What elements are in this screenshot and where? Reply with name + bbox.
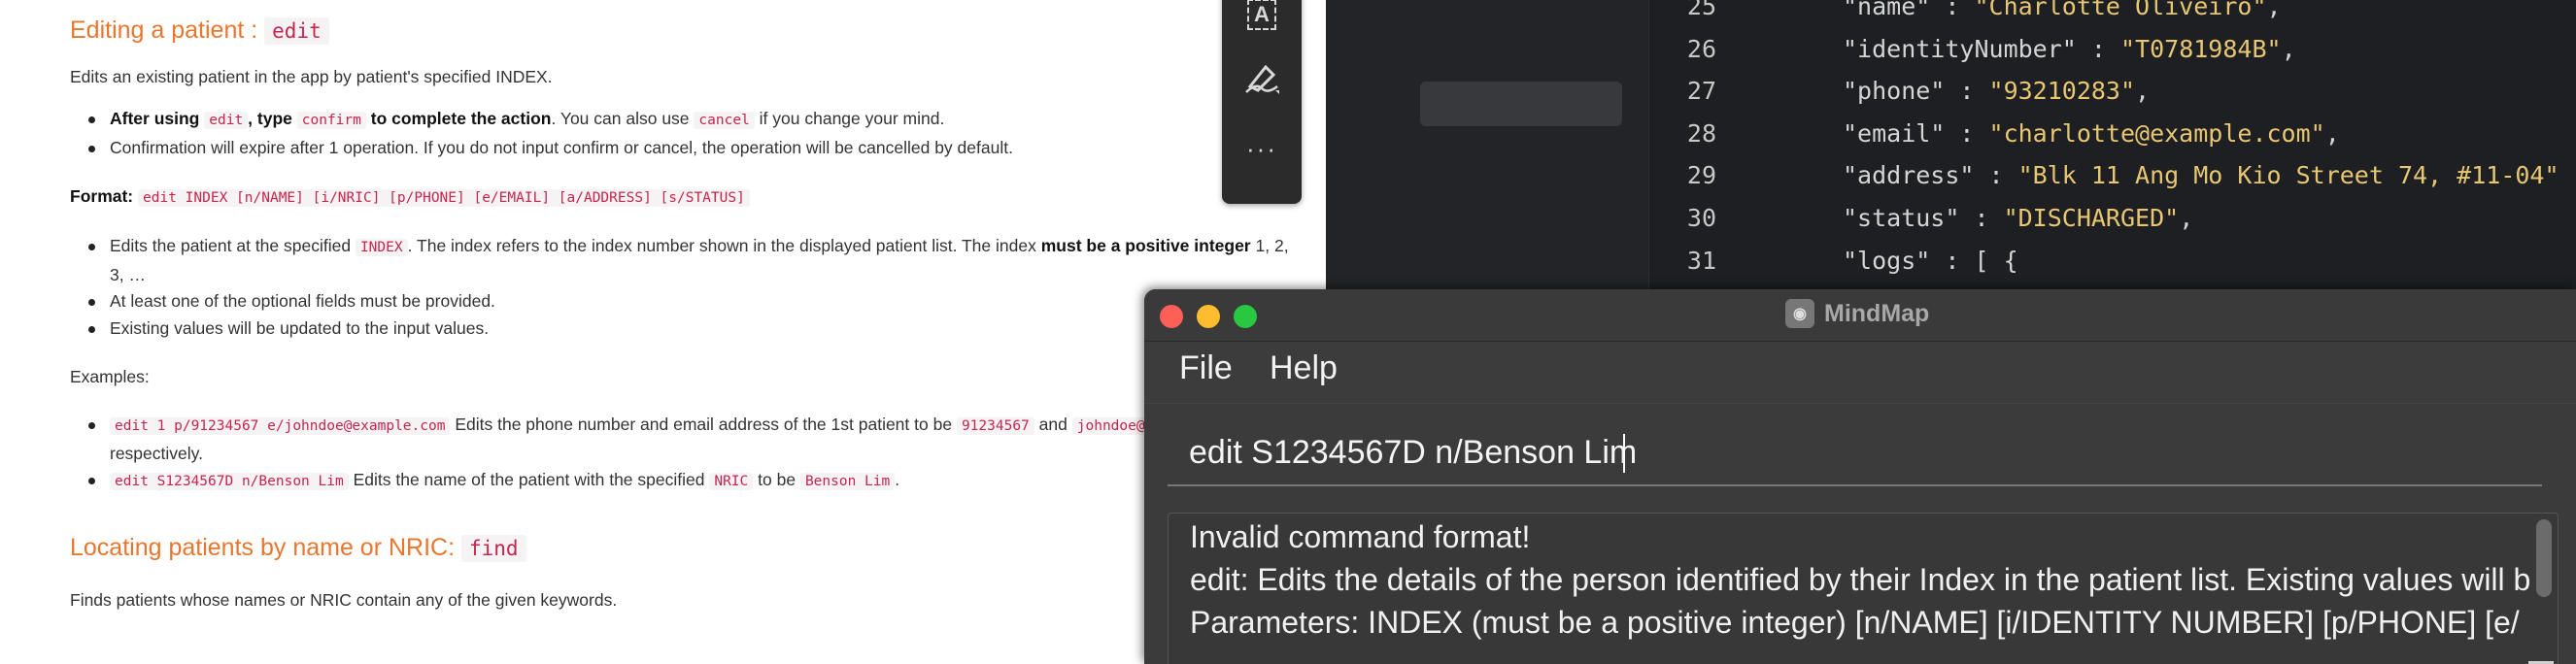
close-button[interactable]	[1160, 305, 1183, 328]
json-sep: :	[1930, 246, 1975, 275]
list-item: After using edit, type confirm to comple…	[70, 106, 1294, 135]
json-sep: :	[2076, 34, 2120, 63]
menu-help[interactable]: Help	[1270, 349, 1338, 387]
json-key: "logs"	[1843, 246, 1931, 275]
line-number: 26	[1686, 34, 1716, 63]
command-box	[1144, 405, 2576, 512]
minimize-button[interactable]	[1197, 305, 1220, 328]
json-end: ,	[2135, 77, 2151, 106]
list-item: edit 1 p/91234567 e/johndoe@example.com …	[70, 412, 1294, 467]
format-code: edit INDEX [n/NAME] [i/NRIC] [p/PHONE] […	[138, 189, 750, 207]
mindmap-window: ◉ MindMap File Help Invalid command form…	[1144, 289, 2576, 664]
json-sep: :	[1930, 0, 1975, 20]
editing-intro: Edits an existing patient in the app by …	[70, 67, 553, 86]
sidebar-selected-row[interactable]	[1420, 82, 1622, 126]
result-line: Invalid command format!	[1190, 519, 1531, 554]
app-logo-icon: ◉	[1785, 299, 1814, 328]
line-number: 31	[1686, 246, 1716, 275]
heading-command-code: edit	[264, 17, 329, 45]
json-key: "phone"	[1843, 77, 1946, 106]
examples-list: edit 1 p/91234567 e/johndoe@example.com …	[70, 412, 1294, 496]
user-guide-page: Editing a patient : edit Edits an existi…	[0, 0, 1326, 664]
list-item: Existing values will be updated to the i…	[70, 315, 1294, 343]
json-sep: :	[1959, 204, 2004, 232]
vertical-scrollbar[interactable]	[2536, 519, 2552, 597]
signature-tool-button[interactable]	[1237, 52, 1286, 101]
locating-section-heading: Locating patients by name or NRIC: find	[70, 531, 1294, 565]
json-val: "T0781984B"	[2119, 34, 2282, 63]
text-caret	[1623, 434, 1625, 473]
list-item: Confirmation will expire after 1 operati…	[70, 135, 1294, 162]
list-item: Edits the patient at the specified INDEX…	[70, 233, 1294, 288]
code-line: "address" : "Blk 11 Ang Mo Kio Street 74…	[1843, 161, 2559, 189]
json-val: "charlotte@example.com"	[1988, 118, 2325, 148]
json-val: "DISCHARGED"	[2003, 204, 2180, 232]
code-line: "email" : "charlotte@example.com",	[1843, 119, 2340, 148]
code-line: "logs" : [ {	[1843, 247, 2018, 275]
line-number: 28	[1686, 118, 1716, 148]
format-line: Format: edit INDEX [n/NAME] [i/NRIC] [p/…	[70, 183, 1294, 212]
json-end: ,	[2324, 118, 2340, 148]
editing-section-heading: Editing a patient : edit	[70, 14, 1294, 48]
result-display[interactable]: Invalid command format! edit: Edits the …	[1168, 513, 2559, 664]
code-line: "identityNumber" : "T0781984B",	[1843, 35, 2296, 63]
menu-file[interactable]: File	[1179, 349, 1233, 387]
editor-sidebar	[1326, 0, 1648, 291]
list-item: At least one of the optional fields must…	[70, 288, 1294, 315]
json-key: "status"	[1843, 204, 1960, 232]
text-box-icon: A	[1247, 0, 1276, 30]
json-key: "email"	[1843, 118, 1946, 148]
json-sep: :	[1974, 161, 2018, 190]
result-line: Parameters: INDEX (must be a positive in…	[1190, 605, 2520, 640]
line-number: 29	[1686, 161, 1716, 190]
locating-intro: Finds patients whose names or NRIC conta…	[70, 589, 618, 610]
line-number: 25	[1686, 0, 1716, 20]
markup-toolbar: A ···	[1222, 0, 1302, 204]
result-line: edit: Edits the details of the person id…	[1190, 562, 2531, 597]
json-val: "Blk 11 Ang Mo Kio Street 74, #11-04"	[2017, 161, 2559, 190]
list-item: edit S1234567D n/Benson Lim Edits the na…	[70, 467, 1294, 496]
json-val: "Charlotte Oliveiro"	[1974, 0, 2267, 20]
format-rules-list: Edits the patient at the specified INDEX…	[70, 233, 1294, 342]
command-input[interactable]	[1168, 420, 2542, 486]
window-titlebar: ◉ MindMap	[1144, 289, 2576, 342]
editing-notes-list: After using edit, type confirm to comple…	[70, 106, 1294, 161]
text-tool-button[interactable]: A	[1237, 0, 1286, 39]
examples-label: Examples:	[70, 367, 150, 386]
json-val: "93210283"	[1988, 77, 2136, 106]
line-number: 27	[1686, 77, 1716, 106]
code-line: "phone" : "93210283",	[1843, 77, 2150, 105]
menu-bar: File Help	[1144, 342, 2576, 404]
json-end: ,	[2281, 34, 2296, 63]
signature-pen-icon	[1245, 64, 1279, 94]
code-line: "status" : "DISCHARGED",	[1843, 204, 2193, 232]
json-end: ,	[2266, 0, 2282, 20]
json-key: "address"	[1843, 161, 1975, 190]
more-options-button[interactable]: ···	[1237, 124, 1286, 173]
json-key: "identityNumber"	[1843, 34, 2077, 63]
window-title: ◉ MindMap	[1785, 299, 1929, 328]
json-key: "name"	[1843, 0, 1931, 20]
json-sep: :	[1945, 118, 1989, 148]
json-end: [ {	[1974, 246, 2018, 275]
zoom-button[interactable]	[1234, 305, 1257, 328]
heading-command-code: find	[461, 534, 526, 562]
json-end: ,	[2179, 204, 2194, 232]
code-line: "name" : "Charlotte Oliveiro",	[1843, 0, 2282, 20]
ellipsis-icon: ···	[1246, 133, 1277, 163]
json-sep: :	[1945, 77, 1989, 106]
line-number: 30	[1686, 204, 1716, 232]
